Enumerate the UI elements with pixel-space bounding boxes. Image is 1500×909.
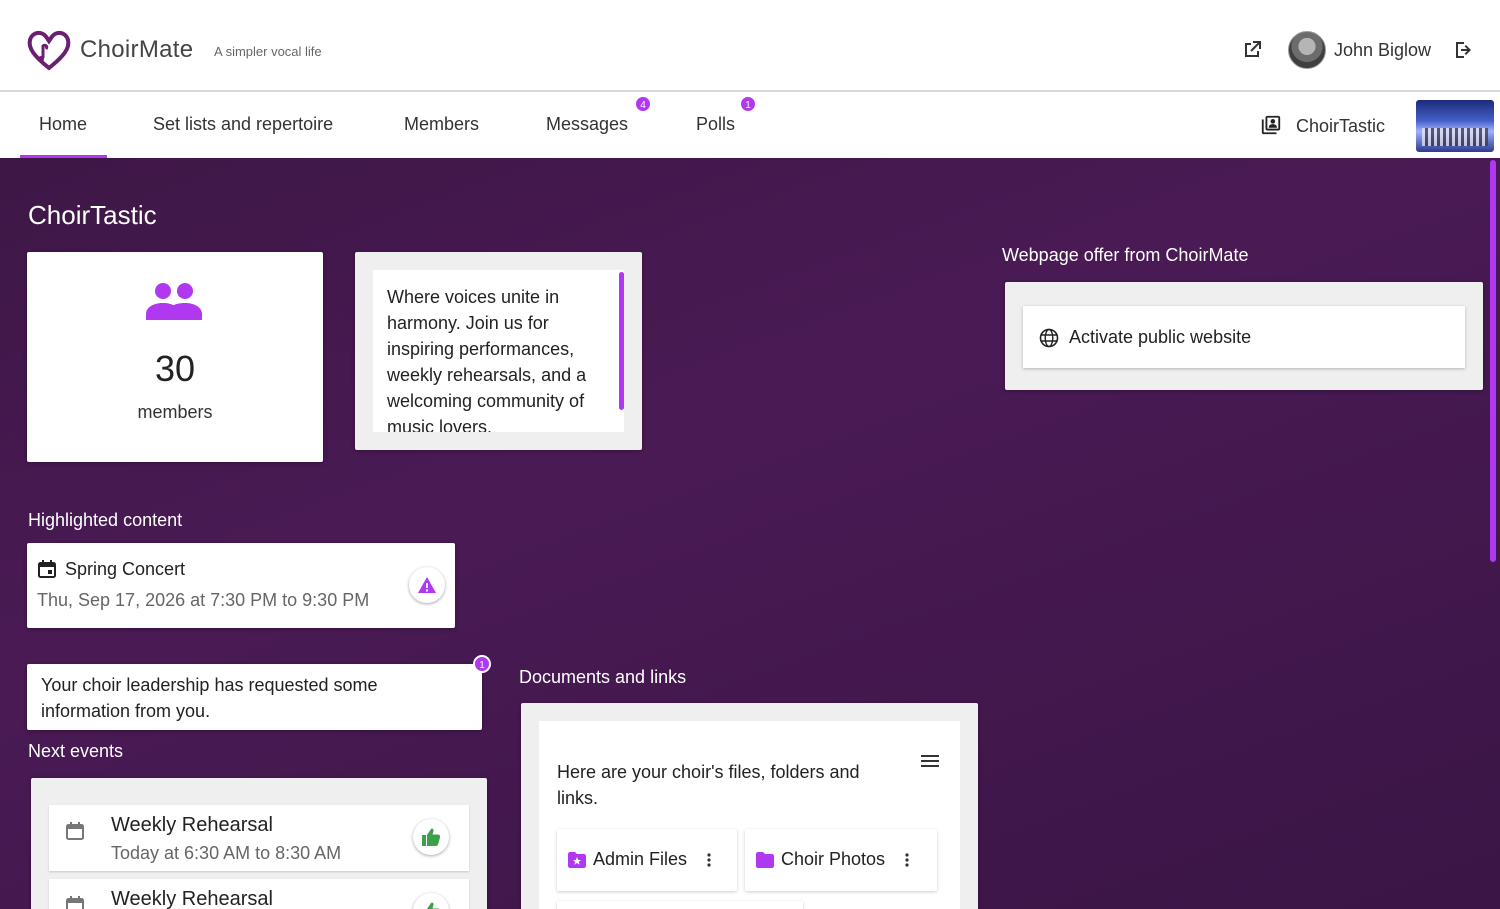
tab-home[interactable]: Home (39, 114, 87, 135)
home-dashboard: ChoirTastic 30 members Where voices unit… (0, 158, 1500, 909)
tab-polls[interactable]: Polls (696, 114, 735, 135)
attendance-yes-button[interactable] (413, 893, 449, 909)
description-scrollbar[interactable] (619, 272, 624, 410)
tab-messages[interactable]: Messages (546, 114, 628, 135)
info-request-text: Your choir leadership has requested some… (41, 675, 378, 721)
event-row[interactable]: Weekly Rehearsal (49, 879, 469, 909)
more-options-icon[interactable] (904, 851, 910, 869)
page-scrollbar[interactable] (1490, 160, 1496, 562)
page-title: ChoirTastic (28, 200, 157, 230)
event-time: Today at 6:30 AM to 8:30 AM (111, 843, 342, 863)
user-name[interactable]: John Biglow (1334, 40, 1431, 61)
info-request-badge: 1 (473, 655, 491, 673)
tagline: A simpler vocal life (214, 44, 322, 59)
open-external-icon[interactable] (1240, 38, 1264, 62)
choirmate-logo-icon[interactable] (26, 28, 72, 72)
choir-photo-thumbnail[interactable] (1416, 100, 1494, 152)
members-card[interactable]: 30 members (27, 252, 323, 462)
messages-badge: 4 (634, 95, 652, 113)
doc-item-label: Choir Photos (781, 849, 886, 869)
next-events-heading: Next events (28, 741, 124, 761)
highlighted-heading: Highlighted content (28, 510, 183, 530)
thumbs-up-icon (427, 902, 440, 909)
next-events-card: Weekly Rehearsal Today at 6:30 AM to 8:3… (31, 778, 487, 909)
main-nav: Home Set lists and repertoire Members Me… (0, 94, 1500, 158)
doc-item-label: Admin Files (593, 849, 688, 869)
calendar-icon (38, 560, 56, 578)
tab-set-lists[interactable]: Set lists and repertoire (153, 114, 333, 135)
warning-icon (418, 577, 436, 593)
members-count: 30 (154, 348, 196, 389)
choir-library-icon[interactable] (1260, 114, 1282, 136)
globe-icon (1039, 328, 1059, 348)
user-avatar[interactable] (1288, 31, 1326, 69)
doc-item-partial[interactable] (557, 901, 803, 909)
attendance-warning-button[interactable] (409, 567, 445, 603)
logout-icon[interactable] (1452, 38, 1476, 62)
highlighted-event-card[interactable]: Spring Concert Thu, Sep 17, 2026 at 7:30… (27, 543, 455, 628)
documents-card: Here are your choir's files, folders and… (521, 703, 978, 909)
choir-description-card: Where voices unite in harmony. Join us f… (355, 252, 642, 450)
calendar-icon (66, 896, 84, 909)
event-row[interactable]: Weekly Rehearsal Today at 6:30 AM to 8:3… (49, 805, 469, 871)
app-header: ChoirMate A simpler vocal life John Bigl… (0, 0, 1500, 92)
thumbs-up-icon (422, 828, 441, 846)
attendance-yes-button[interactable] (413, 819, 449, 855)
info-request-card[interactable]: Your choir leadership has requested some… (27, 664, 482, 730)
members-label: members (137, 402, 213, 422)
menu-icon[interactable] (919, 751, 941, 771)
choir-description: Where voices unite in harmony. Join us f… (373, 270, 624, 432)
documents-heading: Documents and links (519, 667, 687, 687)
documents-panel: Here are your choir's files, folders and… (539, 721, 960, 909)
highlighted-event-title: Spring Concert (65, 559, 186, 579)
doc-item-choir-photos[interactable]: Choir Photos (745, 829, 937, 891)
webpage-offer-card: Activate public website (1005, 282, 1483, 390)
polls-badge: 1 (739, 95, 757, 113)
tab-members[interactable]: Members (404, 114, 479, 135)
activate-website-label: Activate public website (1069, 327, 1252, 347)
starred-folder-icon (568, 852, 586, 868)
doc-item-admin-files[interactable]: Admin Files (557, 829, 737, 891)
documents-intro: Here are your choir's files, folders and… (557, 762, 860, 808)
activate-website-button[interactable]: Activate public website (1023, 306, 1465, 368)
event-title: Weekly Rehearsal (111, 814, 273, 836)
event-title: Weekly Rehearsal (111, 888, 273, 909)
more-options-icon[interactable] (706, 851, 712, 869)
calendar-icon (66, 822, 84, 840)
current-choir-name[interactable]: ChoirTastic (1296, 116, 1385, 137)
people-icon (146, 283, 202, 320)
folder-icon (756, 852, 774, 868)
brand-name: ChoirMate (80, 36, 194, 63)
webpage-offer-heading: Webpage offer from ChoirMate (1002, 245, 1249, 265)
choir-description-text: Where voices unite in harmony. Join us f… (387, 287, 587, 432)
highlighted-event-date: Thu, Sep 17, 2026 at 7:30 PM to 9:30 PM (37, 590, 370, 610)
